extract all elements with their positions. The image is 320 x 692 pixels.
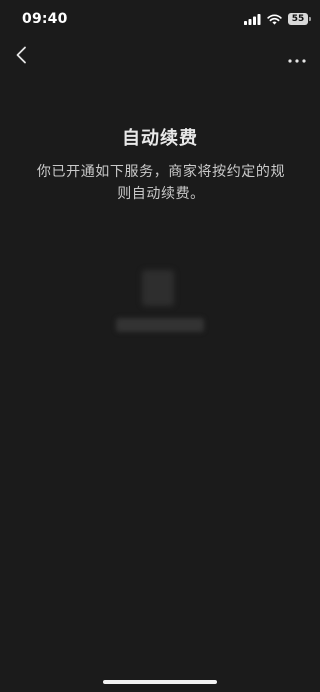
more-options-button[interactable] [284,44,310,70]
status-icons: 55 [244,10,311,29]
home-indicator[interactable] [103,680,217,684]
chevron-left-icon [15,46,27,68]
back-button[interactable] [8,44,34,70]
page-title: 自动续费 [122,128,198,149]
battery-icon: 55 [288,13,311,25]
wifi-icon [267,10,282,29]
nav-bar [0,42,320,72]
more-dots-icon [288,48,306,67]
merchant-name-redacted[interactable] [116,318,204,332]
cellular-signal-icon [244,10,261,29]
auto-renew-description: 你已开通如下服务，商家将按约定的规则自动续费。 [36,164,286,202]
merchant-logo-redacted[interactable] [142,270,174,306]
status-bar: 09:40 55 [0,0,320,38]
screen: 09:40 55 自动续费 你已开通如下服务，商家将按约定的规则自动续费。 [0,0,320,692]
status-time: 09:40 [22,11,68,27]
